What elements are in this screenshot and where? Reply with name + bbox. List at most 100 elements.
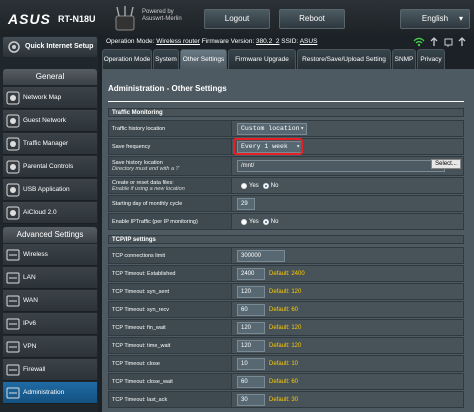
tcp-timeout-label: TCP Timeout: fin_wait (109, 320, 232, 335)
usb-application-icon (6, 183, 20, 197)
save-location-row: Save history location Directory must end … (108, 156, 464, 176)
network-map-icon (6, 91, 20, 105)
tab-operation-mode[interactable]: Operation Mode (102, 49, 152, 69)
sidebar-item-administration[interactable]: Administration (3, 382, 97, 404)
sidebar: Quick Internet Setup General Network Map… (0, 36, 98, 412)
vpn-icon (6, 341, 20, 353)
save-frequency-label: Save frequency (109, 139, 232, 154)
parental-controls-icon (6, 160, 20, 174)
tcp-timeout-row: TCP Timeout: last_ack 30 Default: 30 (108, 391, 464, 408)
fw-label: Firmware Version: (201, 38, 255, 45)
tcp-timeout-input[interactable]: 60 (237, 303, 265, 316)
default-value: Default: 60 (269, 306, 299, 313)
select-button[interactable]: Select... (431, 159, 461, 169)
sidebar-item-wan[interactable]: WAN (3, 290, 97, 312)
ssid-link[interactable]: ASUS (300, 38, 318, 45)
fw-link[interactable]: 380.2_2 (256, 38, 280, 45)
sidebar-item-parental-controls[interactable]: Parental Controls (3, 156, 97, 178)
save-location-input[interactable]: /mnt/ (237, 160, 445, 172)
sidebar-item-label: LAN (23, 274, 36, 281)
chevron-down-icon: ▾ (300, 124, 304, 132)
traffic-monitoring-header: Traffic Monitoring (108, 108, 464, 117)
sidebar-item-lan[interactable]: LAN (3, 267, 97, 289)
sidebar-item-guest-network[interactable]: Guest Network (3, 110, 97, 132)
ipv6-icon (6, 318, 20, 330)
language-select[interactable]: English ▾ (400, 9, 470, 29)
sidebar-item-label: Parental Controls (23, 163, 74, 170)
iptraffic-row: Enable IPTraffic (per IP monitoring) Yes… (108, 213, 464, 230)
iptraffic-no-radio[interactable] (262, 218, 269, 225)
sidebar-item-label: Network Map (23, 94, 62, 101)
iptraffic-yes-radio[interactable] (241, 218, 247, 225)
default-value: Default: 10 (269, 360, 299, 367)
usb-device-icon[interactable] (458, 37, 466, 46)
tcp-timeout-row: TCP Timeout: time_wait 120 Default: 120 (108, 337, 464, 354)
sidebar-item-label: VPN (23, 343, 37, 350)
create-files-label-cell: Create or reset data files: Enable if usi… (109, 178, 232, 193)
save-location-hint: Directory must end with a '/' (112, 166, 180, 172)
start-day-input[interactable]: 29 (237, 197, 255, 210)
powered-by: Powered by Asuswrt-Merlin (142, 9, 182, 23)
tcpip-header: TCP/IP settings (108, 235, 464, 244)
sidebar-item-firewall[interactable]: Firewall (3, 359, 97, 381)
status-icons (413, 37, 466, 47)
router-model: RT-N18U (58, 14, 96, 24)
tab-other-settings[interactable]: Other Settings (180, 49, 227, 69)
save-location-label-cell: Save history location Directory must end … (109, 157, 232, 175)
logout-button[interactable]: Logout (204, 9, 270, 29)
usb-icon[interactable] (430, 37, 438, 46)
tab-restore-save-upload-setting[interactable]: Restore/Save/Upload Setting (297, 49, 391, 69)
tcp-timeout-row: TCP Timeout: close 10 Default: 10 (108, 355, 464, 372)
administration-icon (6, 387, 20, 399)
tcp-timeout-input[interactable]: 120 (237, 339, 265, 352)
history-location-label: Traffic history location (109, 121, 232, 136)
tab-firmware-upgrade[interactable]: Firmware Upgrade (228, 49, 296, 69)
tcp-timeout-input[interactable]: 2400 (237, 267, 265, 280)
tab-system[interactable]: System (153, 49, 179, 69)
powered-by-label: Powered by (142, 9, 174, 15)
lan-icon (6, 272, 20, 284)
default-value: Default: 120 (269, 324, 302, 331)
guest-network-icon (6, 114, 20, 128)
tcp-timeout-label: TCP Timeout: time_wait (109, 338, 232, 353)
powered-by-name: Asuswrt-Merlin (142, 16, 182, 22)
network-icon[interactable] (444, 38, 453, 47)
tcp-timeout-input[interactable]: 120 (237, 285, 265, 298)
iptraffic-no-label: No (270, 218, 279, 225)
history-location-select[interactable]: Custom location ▾ (237, 122, 307, 135)
iptraffic-label: Enable IPTraffic (per IP monitoring) (109, 214, 232, 229)
tcp-conn-input[interactable]: 300000 (237, 249, 285, 262)
tcp-timeout-input[interactable]: 60 (237, 375, 265, 388)
tab-privacy[interactable]: Privacy (417, 49, 445, 69)
sidebar-item-network-map[interactable]: Network Map (3, 87, 97, 109)
advanced-header: Advanced Settings (3, 227, 97, 243)
highlight-box (233, 138, 303, 155)
reboot-button[interactable]: Reboot (279, 9, 345, 29)
wifi-icon[interactable] (413, 37, 425, 47)
sidebar-item-vpn[interactable]: VPN (3, 336, 97, 358)
create-files-row: Create or reset data files: Enable if usi… (108, 177, 464, 194)
tcp-timeout-input[interactable]: 30 (237, 393, 265, 406)
page-title: Administration - Other Settings (108, 84, 227, 93)
tab-snmp[interactable]: SNMP (392, 49, 416, 69)
create-no-radio[interactable] (262, 182, 269, 189)
setup-icon (8, 41, 20, 53)
sidebar-item-usb-application[interactable]: USB Application (3, 179, 97, 201)
op-mode-link[interactable]: Wireless router (156, 38, 200, 45)
sidebar-item-aicloud-2-0[interactable]: AiCloud 2.0 (3, 202, 97, 224)
main-content: Administration - Other Settings Traffic … (102, 69, 474, 412)
tcp-timeout-input[interactable]: 10 (237, 357, 265, 370)
sidebar-item-label: WAN (23, 297, 38, 304)
create-yes-radio[interactable] (241, 182, 247, 189)
default-value: Default: 30 (269, 396, 299, 403)
sidebar-item-traffic-manager[interactable]: Traffic Manager (3, 133, 97, 155)
tcp-timeout-label: TCP Timeout: last_ack (109, 392, 232, 407)
tcp-timeout-input[interactable]: 120 (237, 321, 265, 334)
sidebar-item-ipv6[interactable]: IPv6 (3, 313, 97, 335)
asus-logo: ASUS (8, 11, 51, 27)
op-mode-label: Operation Mode: (106, 38, 155, 45)
quick-internet-setup-button[interactable]: Quick Internet Setup (3, 37, 97, 57)
ssid-label: SSID: (281, 38, 299, 45)
sidebar-item-wireless[interactable]: Wireless (3, 244, 97, 266)
wan-icon (6, 295, 20, 307)
